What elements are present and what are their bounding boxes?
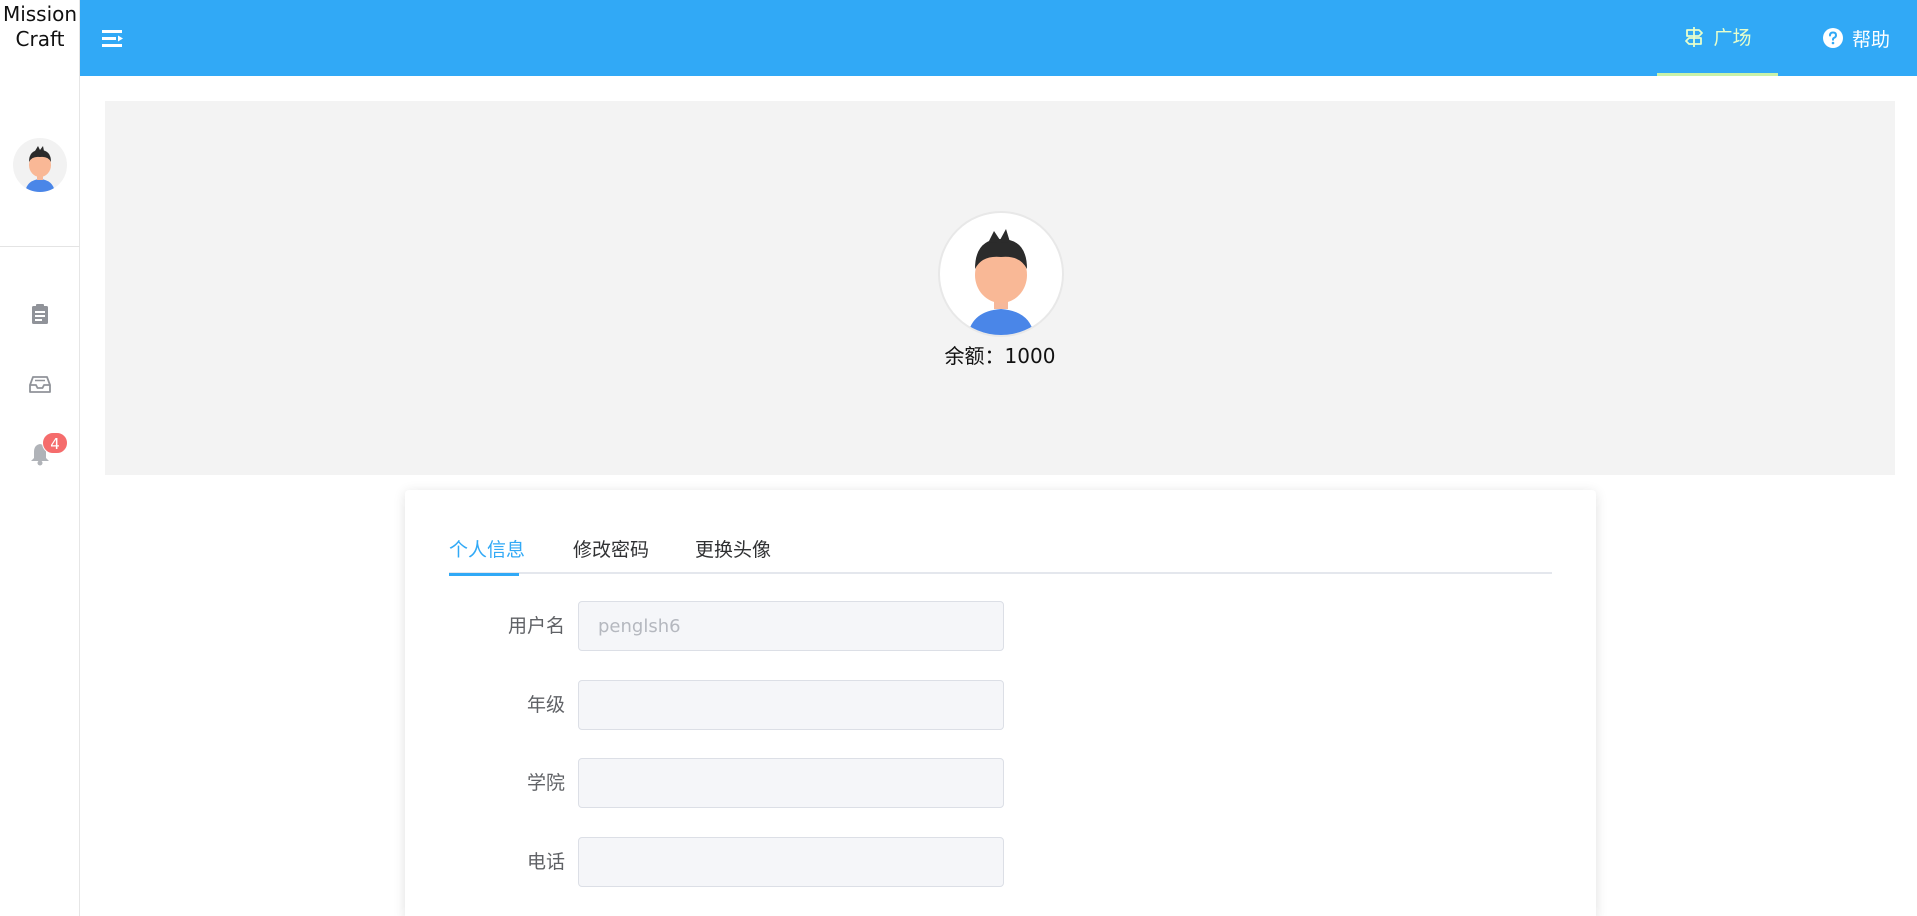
sidebar-divider — [0, 246, 80, 247]
username-field[interactable] — [578, 601, 1004, 651]
profile-card: 个人信息 修改密码 更换头像 用户名 年级 学院 电话 — [405, 490, 1596, 916]
user-avatar-icon — [968, 229, 1034, 335]
signpost-icon — [1685, 26, 1704, 47]
grade-field[interactable] — [578, 680, 1004, 730]
app-logo[interactable]: Mission Craft — [0, 0, 80, 76]
app-root: Mission Craft 4 广场 帮助 余额：1000 个人信息 修改密码 … — [0, 0, 1917, 916]
form-row-college: 学院 — [449, 758, 1049, 808]
nav-help[interactable]: 帮助 — [1795, 0, 1917, 76]
grade-label: 年级 — [526, 694, 565, 716]
sidebar: Mission Craft 4 — [0, 0, 80, 916]
clipboard-icon — [32, 304, 48, 324]
user-avatar-icon — [25, 146, 55, 192]
college-field[interactable] — [578, 758, 1004, 808]
tab-personal-info[interactable]: 个人信息 — [449, 530, 525, 576]
form-row-grade: 年级 — [449, 680, 1049, 730]
avatar[interactable] — [13, 138, 67, 192]
form-row-phone: 电话 — [449, 837, 1049, 887]
inbox-icon — [29, 376, 51, 393]
question-circle-icon — [1822, 28, 1843, 48]
profile-avatar[interactable] — [938, 211, 1064, 337]
tab-change-password[interactable]: 修改密码 — [573, 530, 649, 574]
logo-line-2: Craft — [15, 27, 65, 51]
menu-fold-icon — [102, 30, 123, 47]
phone-label: 电话 — [526, 851, 565, 873]
notification-badge: 4 — [42, 432, 68, 454]
balance-text: 余额：1000 — [944, 344, 1056, 368]
tab-change-avatar[interactable]: 更换头像 — [695, 530, 771, 574]
logo-line-1: Mission — [2, 2, 78, 26]
nav-plaza[interactable]: 广场 — [1657, 0, 1778, 76]
form-row-username: 用户名 — [449, 601, 1049, 651]
username-label: 用户名 — [507, 615, 565, 637]
top-bar: 广场 帮助 — [80, 0, 1917, 76]
nav-help-label: 帮助 — [1851, 28, 1890, 51]
college-label: 学院 — [526, 772, 565, 794]
tab-bar: 个人信息 修改密码 更换头像 — [449, 530, 1552, 576]
menu-toggle-button[interactable] — [102, 28, 124, 48]
phone-field[interactable] — [578, 837, 1004, 887]
sidebar-item-tasks[interactable] — [26, 300, 54, 328]
sidebar-item-inbox[interactable] — [26, 370, 54, 398]
nav-plaza-label: 广场 — [1713, 27, 1752, 49]
